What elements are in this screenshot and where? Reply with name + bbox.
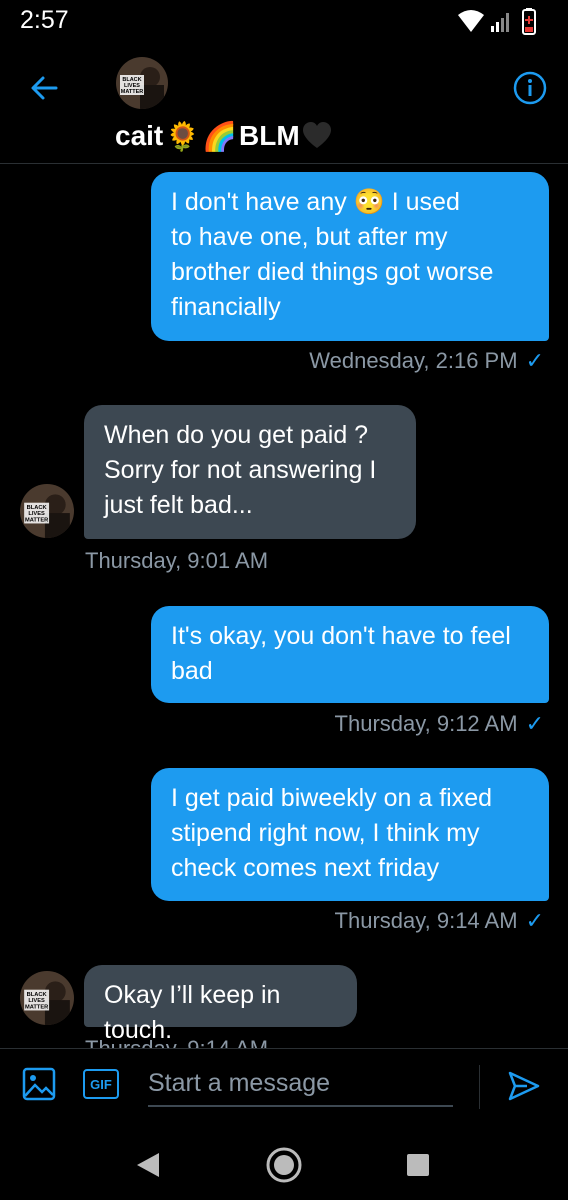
avatar-text-lives: LIVES [28,511,45,517]
timestamp-text: Wednesday, 2:16 PM [309,348,518,373]
timestamp-text: Thursday, 9:14 AM [334,908,518,933]
black-heart-emoji [302,122,331,148]
status-bar: 2:57 [0,0,568,44]
signal-icon [491,13,509,32]
message-line: brother died things got worse [171,258,494,286]
message-line: I don't have any 😳 I used [171,188,460,216]
gif-button[interactable]: GIF [83,1069,119,1099]
battery-icon [522,8,536,35]
sender-avatar[interactable]: BLACK LIVES MATTER [20,484,74,538]
message-line: I get paid biweekly on a fixed [171,784,493,812]
blm-avatar-image: BLACK LIVES MATTER [20,971,74,1025]
incoming-message-bubble[interactable]: When do you get paid ? Sorry for not ans… [84,405,416,539]
avatar-text-matter: MATTER [25,1004,48,1010]
wifi-icon [458,10,484,32]
message-line: stipend right now, I think my [171,819,480,847]
message-line: financially [171,293,281,321]
message-timestamp: Thursday, 9:01 AM [85,548,268,574]
outgoing-message-bubble[interactable]: I get paid biweekly on a fixed stipend r… [151,768,549,901]
info-icon[interactable] [512,70,548,106]
composer-divider [479,1065,480,1109]
avatar-text-lives: LIVES [28,998,45,1004]
message-line: Sorry for not answering I [104,456,377,484]
contact-avatar[interactable]: BLACK LIVES MATTER [116,57,168,109]
send-icon[interactable] [507,1069,541,1103]
message-line: When do you get paid ? [104,421,369,449]
system-nav-bar [0,1128,568,1200]
message-input[interactable] [148,1061,453,1107]
blm-text: BLM [239,120,300,151]
contact-name-text: cait [115,120,164,151]
message-line: It's okay, you don't have to feel [171,622,511,650]
outgoing-message-bubble[interactable]: It's okay, you don't have to feel bad [151,606,549,703]
message-line: just felt bad... [104,491,253,519]
rainbow-emoji: 🌈 [202,120,237,152]
contact-name[interactable]: cait 🌻 🌈 BLM [115,116,332,156]
nav-back-icon[interactable] [123,1140,173,1190]
image-icon[interactable] [22,1067,56,1101]
gif-label: GIF [90,1076,112,1092]
message-timestamp: Wednesday, 2:16 PM ✓ [309,348,544,374]
avatar-text-matter: MATTER [25,517,48,523]
avatar-text-matter: MATTER [121,89,144,95]
blm-avatar-image: BLACK LIVES MATTER [116,57,168,109]
message-timestamp: Thursday, 9:12 AM ✓ [335,711,544,737]
nav-recents-icon[interactable] [393,1140,443,1190]
outgoing-message-bubble[interactable]: I don't have any 😳 I used to have one, b… [151,172,549,341]
back-arrow-icon[interactable] [26,70,62,106]
timestamp-text: Thursday, 9:01 AM [85,548,269,573]
message-composer: GIF [0,1048,568,1128]
message-line: to have one, but after my [171,223,448,251]
sent-check-icon: ✓ [525,711,544,736]
message-line: check comes next friday [171,854,440,882]
blm-avatar-image: BLACK LIVES MATTER [20,484,74,538]
avatar-text-black: BLACK [27,505,48,511]
status-time: 2:57 [20,6,69,34]
conversation-header: BLACK LIVES MATTER cait 🌻 🌈 BLM [0,44,568,164]
sunflower-emoji: 🌻 [165,120,201,152]
avatar-text-black: BLACK [27,992,48,998]
status-icons [458,8,536,35]
timestamp-text: Thursday, 9:12 AM [334,711,518,736]
message-line: bad [171,657,213,685]
message-timestamp: Thursday, 9:14 AM ✓ [335,908,544,934]
sent-check-icon: ✓ [525,908,544,933]
sender-avatar[interactable]: BLACK LIVES MATTER [20,971,74,1025]
sent-check-icon: ✓ [525,348,544,373]
incoming-message-bubble[interactable]: Okay I’ll keep in touch. [84,965,357,1044]
nav-home-icon[interactable] [259,1140,309,1190]
